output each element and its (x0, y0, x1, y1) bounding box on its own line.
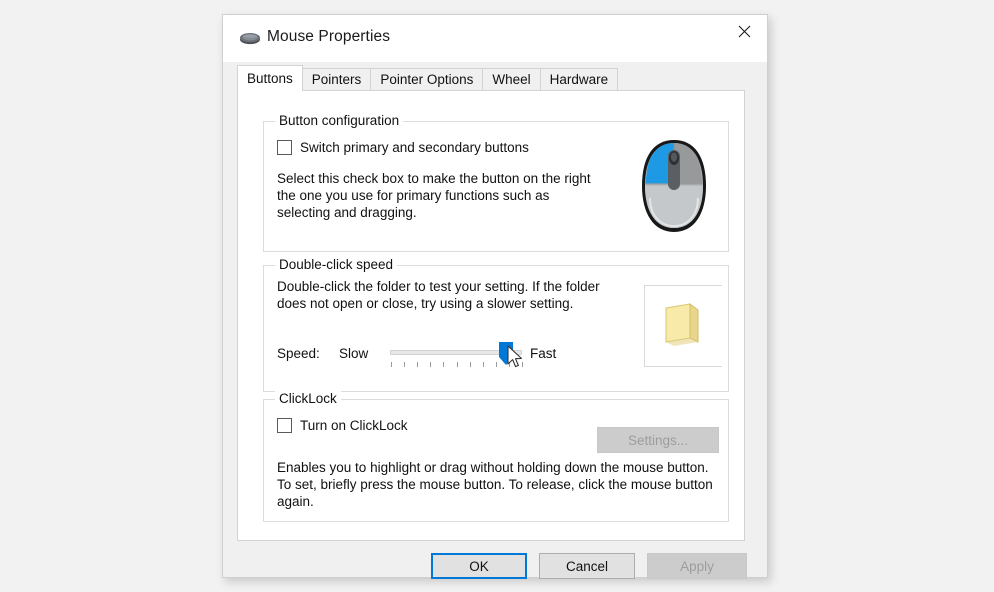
tab-buttons[interactable]: Buttons (237, 65, 303, 91)
mouse-icon (239, 31, 261, 45)
fast-label: Fast (530, 346, 557, 361)
double-click-speed-description: Double-click the folder to test your set… (277, 279, 600, 311)
dialog-footer: OK Cancel Apply (223, 541, 767, 579)
speed-slider-row: Speed: Slow Fast (277, 342, 577, 382)
slider-tick (430, 362, 431, 367)
slider-tick (404, 362, 405, 367)
group-button-configuration: Button configuration Switch primary and … (263, 113, 729, 252)
slider-tick (457, 362, 458, 367)
mouse-preview-image (636, 138, 712, 236)
apply-button[interactable]: Apply (647, 553, 747, 579)
desktop-background: Mouse Properties Buttons Pointers Pointe… (0, 0, 994, 592)
turn-on-clicklock-label: Turn on ClickLock (300, 418, 408, 433)
folder-icon[interactable] (660, 302, 706, 346)
switch-buttons-checkbox-row[interactable]: Switch primary and secondary buttons (277, 140, 529, 155)
turn-on-clicklock-checkbox[interactable] (277, 418, 292, 433)
clicklock-checkbox-row[interactable]: Turn on ClickLock (277, 418, 408, 433)
tab-pointers[interactable]: Pointers (301, 68, 372, 90)
switch-primary-secondary-label: Switch primary and secondary buttons (300, 140, 529, 155)
slider-tick (443, 362, 444, 367)
folder-test-area[interactable] (644, 285, 722, 367)
tab-strip: Buttons Pointers Pointer Options Wheel H… (237, 65, 619, 91)
tab-hardware[interactable]: Hardware (539, 68, 619, 90)
slider-tick (496, 362, 497, 367)
slider-tick (391, 362, 392, 367)
switch-primary-secondary-checkbox[interactable] (277, 140, 292, 155)
slider-tick (417, 362, 418, 367)
speed-label: Speed: (277, 346, 320, 361)
mouse-properties-dialog: Mouse Properties Buttons Pointers Pointe… (222, 14, 768, 579)
ok-button[interactable]: OK (431, 553, 527, 579)
group-title-button-configuration: Button configuration (275, 113, 404, 128)
group-title-double-click-speed: Double-click speed (275, 257, 398, 272)
clicklock-description: Enables you to highlight or drag without… (277, 460, 713, 509)
title-bar: Mouse Properties (223, 15, 767, 62)
cancel-button[interactable]: Cancel (539, 553, 635, 579)
slow-label: Slow (339, 346, 369, 361)
button-configuration-description: Select this check box to make the button… (277, 171, 591, 220)
double-click-speed-slider[interactable] (390, 342, 523, 382)
group-double-click-speed: Double-click speed Double-click the fold… (263, 257, 729, 392)
tab-pointer-options[interactable]: Pointer Options (370, 68, 484, 90)
slider-tick (483, 362, 484, 367)
tab-wheel[interactable]: Wheel (482, 68, 541, 90)
slider-tick (470, 362, 471, 367)
window-title: Mouse Properties (267, 28, 391, 45)
close-button[interactable] (722, 15, 767, 47)
tab-panel-buttons: Button configuration Switch primary and … (237, 90, 745, 541)
group-title-clicklock: ClickLock (275, 391, 341, 406)
slider-thumb[interactable] (499, 342, 513, 365)
group-clicklock: ClickLock Turn on ClickLock Settings... … (263, 391, 729, 522)
slider-tick (522, 362, 523, 367)
clicklock-settings-button[interactable]: Settings... (597, 427, 719, 453)
